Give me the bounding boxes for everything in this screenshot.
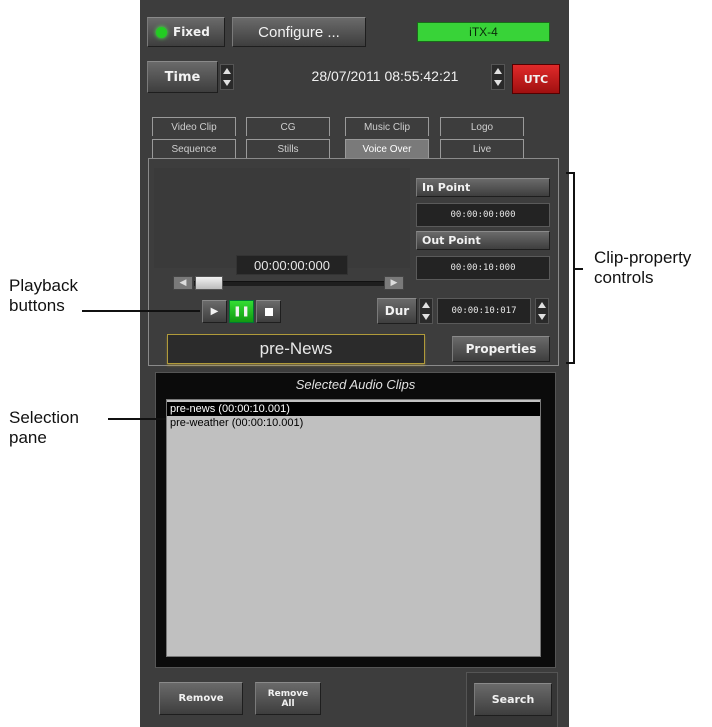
- tab-logo[interactable]: Logo: [440, 117, 524, 136]
- search-button[interactable]: Search: [474, 683, 552, 716]
- playback-pointer: [82, 310, 200, 312]
- tab-sequence[interactable]: Sequence: [152, 139, 236, 158]
- selection-pane-annotation: Selection pane: [9, 408, 79, 447]
- status-led-icon: [156, 26, 167, 38]
- out-point-field[interactable]: 00:00:10:000: [416, 256, 550, 280]
- time-mode-spinner-icon[interactable]: [220, 64, 234, 90]
- in-point-button[interactable]: In Point: [416, 178, 550, 197]
- in-point-field[interactable]: 00:00:00:000: [416, 203, 550, 227]
- out-point-label: Out Point: [422, 234, 481, 247]
- tab-cg[interactable]: CG: [246, 117, 330, 136]
- selection-pane-title: Selected Audio Clips: [295, 377, 416, 392]
- time-label: Time: [164, 69, 201, 85]
- remove-all-button[interactable]: Remove All: [255, 682, 321, 715]
- pause-button[interactable]: ❚❚: [229, 300, 254, 323]
- scrub-back-arrow-icon[interactable]: ◀: [173, 276, 193, 290]
- pause-icon: ❚❚: [233, 306, 250, 317]
- list-item[interactable]: pre-weather (00:00:10.001): [167, 416, 540, 430]
- clip-property-pointer: [574, 268, 583, 270]
- dur-value-spinner-icon[interactable]: [535, 298, 549, 324]
- time-button[interactable]: Time: [147, 61, 218, 93]
- list-item[interactable]: pre-news (00:00:10.001): [167, 402, 540, 416]
- stop-icon: [264, 307, 273, 316]
- tab-voice-over[interactable]: Voice Over: [345, 139, 429, 158]
- out-point-button[interactable]: Out Point: [416, 231, 550, 250]
- selection-pointer: [108, 418, 166, 420]
- fixed-button[interactable]: Fixed: [147, 17, 225, 47]
- properties-label: Properties: [465, 342, 537, 356]
- play-icon: ▶: [210, 306, 219, 317]
- dur-spinner-icon[interactable]: [419, 298, 433, 324]
- voice-over-panel: Fixed Configure ... iTX-4 Time 28/07/201…: [140, 0, 569, 727]
- clip-property-annotation: Clip-property controls: [594, 248, 692, 287]
- preview-area: [154, 168, 410, 268]
- scrub-forward-arrow-icon[interactable]: ▶: [384, 276, 404, 290]
- utc-button[interactable]: UTC: [512, 64, 560, 94]
- dur-label: Dur: [384, 304, 410, 318]
- channel-label: iTX-4: [469, 25, 498, 39]
- tab-music-clip[interactable]: Music Clip: [345, 117, 429, 136]
- dur-button[interactable]: Dur: [377, 298, 417, 324]
- playback-buttons-annotation: Playback buttons: [9, 276, 78, 315]
- play-button[interactable]: ▶: [202, 300, 227, 323]
- channel-status-indicator: iTX-4: [417, 22, 550, 42]
- utc-label: UTC: [523, 72, 549, 86]
- datetime-display: 28/07/2011 08:55:42:21: [311, 68, 459, 84]
- search-label: Search: [491, 693, 535, 706]
- fixed-label: Fixed: [173, 25, 210, 39]
- tab-video-clip[interactable]: Video Clip: [152, 117, 236, 136]
- remove-label: Remove: [178, 693, 224, 704]
- tab-live[interactable]: Live: [440, 139, 524, 158]
- timecode-display: 00:00:00:000: [236, 255, 348, 275]
- configure-label: Configure ...: [258, 23, 340, 41]
- stop-button[interactable]: [256, 300, 281, 323]
- tab-stills[interactable]: Stills: [246, 139, 330, 158]
- properties-button[interactable]: Properties: [452, 336, 550, 362]
- remove-all-label: Remove All: [267, 688, 309, 709]
- selected-clips-list[interactable]: pre-news (00:00:10.001) pre-weather (00:…: [166, 399, 541, 657]
- datetime-spinner-icon[interactable]: [491, 64, 505, 90]
- in-point-label: In Point: [422, 181, 471, 194]
- configure-button[interactable]: Configure ...: [232, 17, 366, 47]
- scrub-handle[interactable]: [195, 276, 223, 290]
- dur-field[interactable]: 00:00:10:017: [437, 298, 531, 324]
- clip-name-field: pre-News: [167, 334, 425, 364]
- remove-button[interactable]: Remove: [159, 682, 243, 715]
